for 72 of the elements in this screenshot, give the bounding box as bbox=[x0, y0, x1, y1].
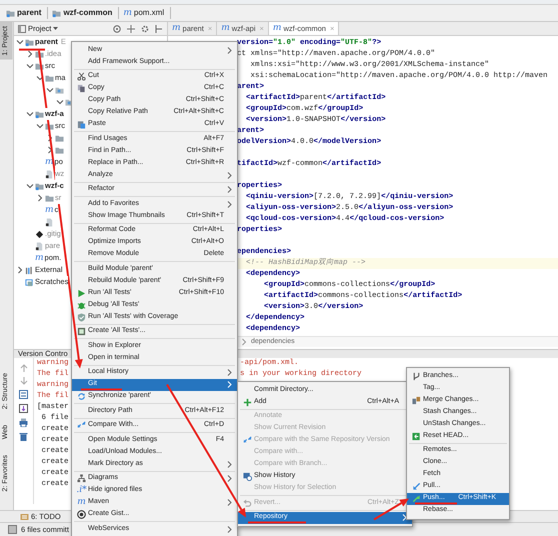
sync-icon bbox=[77, 392, 86, 401]
diamond-icon bbox=[35, 230, 44, 238]
breadcrumb-item[interactable]: parent bbox=[6, 7, 48, 19]
annotation-underline bbox=[81, 388, 122, 390]
chevron-icon[interactable] bbox=[26, 50, 34, 58]
breadcrumb-item[interactable]: wzf-common bbox=[52, 7, 120, 19]
history-icon bbox=[243, 472, 252, 481]
file-icon bbox=[45, 218, 54, 226]
chevron-icon[interactable] bbox=[26, 62, 34, 70]
chevron-icon bbox=[240, 338, 248, 346]
folder-icon bbox=[6, 8, 15, 18]
annotation-underline bbox=[415, 502, 457, 504]
print-icon bbox=[19, 418, 28, 427]
reset-icon bbox=[412, 432, 421, 440]
folder-icon bbox=[55, 86, 64, 94]
copy-icon bbox=[77, 84, 86, 93]
dropdown-icon bbox=[53, 26, 58, 31]
hierarchy-icon bbox=[77, 474, 86, 483]
scroll-end-icon bbox=[19, 404, 28, 413]
chevron-icon[interactable] bbox=[36, 194, 44, 202]
folder-icon bbox=[35, 110, 44, 118]
chevron-icon[interactable] bbox=[56, 98, 64, 106]
chevron-icon[interactable] bbox=[36, 122, 44, 130]
file-type-icon: m bbox=[35, 254, 44, 262]
file-type-icon: m bbox=[45, 206, 54, 214]
folder-icon bbox=[35, 182, 44, 190]
file-type-icon: m bbox=[77, 498, 86, 507]
file-type-icon: m bbox=[272, 24, 282, 33]
shield-icon bbox=[77, 312, 86, 322]
undo-icon bbox=[243, 498, 252, 508]
scratch-icon bbox=[25, 278, 34, 286]
file-type-icon: m bbox=[172, 24, 181, 33]
merge-icon bbox=[412, 396, 421, 404]
chevron-icon[interactable] bbox=[46, 146, 54, 154]
chevron-icon[interactable] bbox=[36, 74, 44, 82]
pull-arrow-icon bbox=[412, 482, 421, 491]
arrows-icon bbox=[77, 421, 86, 430]
file-type-icon: .i* bbox=[76, 486, 87, 495]
list-icon bbox=[20, 512, 29, 520]
scissors-icon bbox=[77, 72, 86, 81]
chevron-icon[interactable] bbox=[16, 266, 24, 274]
up-arrow-icon bbox=[20, 364, 28, 372]
chevron-icon[interactable] bbox=[26, 110, 34, 118]
play-icon bbox=[77, 288, 86, 298]
pin-icon bbox=[155, 24, 163, 32]
branch-icon bbox=[412, 372, 421, 380]
wrap-icon bbox=[19, 390, 28, 399]
target-icon bbox=[113, 24, 121, 32]
split-icon bbox=[127, 24, 135, 32]
library-icon bbox=[25, 266, 34, 274]
arrows-icon bbox=[243, 436, 252, 445]
breadcrumb-item[interactable]: m pom.xml bbox=[123, 7, 172, 19]
bug-icon bbox=[77, 300, 86, 310]
paste-icon bbox=[77, 120, 86, 129]
file-icon bbox=[45, 170, 54, 178]
test-icon bbox=[77, 327, 86, 336]
annotation-underline bbox=[248, 522, 306, 524]
down-arrow-icon bbox=[20, 377, 28, 385]
window-icon bbox=[18, 24, 26, 32]
file-type-icon: m bbox=[123, 8, 132, 18]
status-icon bbox=[8, 525, 17, 534]
plus-icon bbox=[243, 398, 252, 406]
folder-icon bbox=[52, 8, 62, 18]
folder-icon bbox=[25, 38, 34, 46]
chevron-icon[interactable] bbox=[26, 182, 34, 190]
file-icon bbox=[35, 242, 44, 250]
chevron-icon[interactable] bbox=[46, 134, 54, 142]
chevron-icon[interactable] bbox=[16, 38, 24, 46]
chevron-icon[interactable] bbox=[46, 86, 54, 94]
settings-icon bbox=[141, 24, 149, 32]
trash-icon bbox=[19, 432, 28, 441]
file-type-icon: m bbox=[221, 24, 230, 33]
